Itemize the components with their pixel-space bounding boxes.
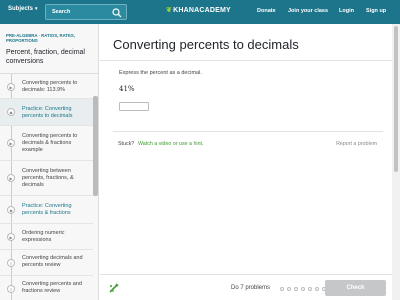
chevron-down-icon: ▾ <box>35 6 38 12</box>
sidebar-item-video-1139[interactable]: ▶ Converting percents to decimals: 113.9… <box>0 75 93 99</box>
play-icon: ▶ <box>7 83 15 91</box>
top-nav-bar: Subjects ▾ Search ❦ KHANACADEMY Donate J… <box>0 0 400 24</box>
sidebar-item-article-fractions-review[interactable]: ≡ Converting percents and fractions revi… <box>0 276 93 300</box>
play-icon: ▶ <box>7 174 15 182</box>
title-divider <box>100 60 392 61</box>
play-icon: ▶ <box>7 139 15 147</box>
search-input[interactable]: Search <box>52 9 70 15</box>
sidebar-item-label: Converting percents and fractions review <box>22 281 82 294</box>
sidebar-item-label: Converting percents to decimals: 113.9% <box>22 80 78 93</box>
search-box[interactable]: Search <box>45 4 127 20</box>
sidebar-item-video-converting-between[interactable]: ▶ Converting between percents, fractions… <box>0 161 93 196</box>
logo-text: KHANACADEMY <box>173 6 231 14</box>
subjects-menu[interactable]: Subjects ▾ <box>8 6 38 12</box>
progress-dot <box>301 287 305 291</box>
subjects-label: Subjects <box>8 6 34 12</box>
leaf-icon: ❦ <box>166 7 173 14</box>
progress-dot <box>294 287 298 291</box>
check-button[interactable]: Check <box>325 280 386 296</box>
problem-prompt: Express the percent as a decimal. <box>119 70 202 76</box>
practice-icon: ◆ <box>7 108 15 116</box>
page-title: Converting percents to decimals <box>113 37 299 52</box>
scratchpad-icon[interactable] <box>108 282 120 294</box>
sidebar: PRE-ALGEBRA · RATIOS, RATES, PROPORTIONS… <box>0 24 99 300</box>
breadcrumb[interactable]: PRE-ALGEBRA · RATIOS, RATES, PROPORTIONS <box>6 33 92 43</box>
problem-expression: 41% <box>119 85 135 93</box>
progress-dot <box>308 287 312 291</box>
sidebar-scrollbar[interactable] <box>93 96 98 196</box>
sidebar-item-label: Ordering numeric expressions <box>22 230 65 243</box>
donate-link[interactable]: Donate <box>257 8 276 14</box>
sidebar-item-article-decimals-review[interactable]: ≡ Converting decimals and percents revie… <box>0 250 93 276</box>
progress-dot <box>315 287 319 291</box>
work-divider <box>113 131 383 132</box>
khan-academy-logo[interactable]: ❦ KHANACADEMY <box>166 6 231 15</box>
sidebar-divider <box>0 73 98 74</box>
sidebar-item-label: Converting between percents, fractions, … <box>22 168 74 188</box>
article-icon: ≡ <box>7 259 15 267</box>
practice-icon: ◆ <box>7 206 15 214</box>
exercise-panel: Converting percents to decimals Express … <box>100 24 392 274</box>
page-scrollbar[interactable] <box>394 26 398 172</box>
signup-link[interactable]: Sign up <box>366 8 386 14</box>
sidebar-title[interactable]: Percent, fraction, decimal conversions <box>6 49 92 66</box>
progress-dots <box>280 287 326 291</box>
sidebar-item-label: Practice: Converting percents to decimal… <box>22 106 73 119</box>
stuck-label: Stuck? <box>118 141 135 147</box>
progress-dot <box>287 287 291 291</box>
sidebar-item-video-ordering[interactable]: ▶ Ordering numeric expressions <box>0 224 93 250</box>
search-icon[interactable] <box>112 8 122 18</box>
article-icon: ≡ <box>7 285 15 293</box>
sidebar-item-practice-percents-decimals[interactable]: ◆ Practice: Converting percents to decim… <box>0 99 93 126</box>
login-link[interactable]: Login <box>339 8 354 14</box>
problem-count: Do 7 problems <box>231 285 271 291</box>
progress-dot <box>280 287 284 291</box>
hint-link[interactable]: Watch a video or use a hint. <box>138 141 203 147</box>
sidebar-item-video-example[interactable]: ▶ Converting percents to decimals & frac… <box>0 126 93 161</box>
sidebar-item-label: Converting percents to decimals & fracti… <box>22 133 78 153</box>
report-problem-link[interactable]: Report a problem <box>336 141 377 147</box>
sidebar-item-label: Practice: Converting percents & fraction… <box>22 203 72 216</box>
play-icon: ▶ <box>7 233 15 241</box>
exercise-footer: Do 7 problems Check <box>100 274 392 300</box>
answer-input[interactable] <box>119 102 149 111</box>
join-class-link[interactable]: Join your class <box>288 8 328 14</box>
sidebar-item-practice-percents-fractions[interactable]: ◆ Practice: Converting percents & fracti… <box>0 196 93 224</box>
sidebar-item-label: Converting decimals and percents review <box>22 255 83 268</box>
